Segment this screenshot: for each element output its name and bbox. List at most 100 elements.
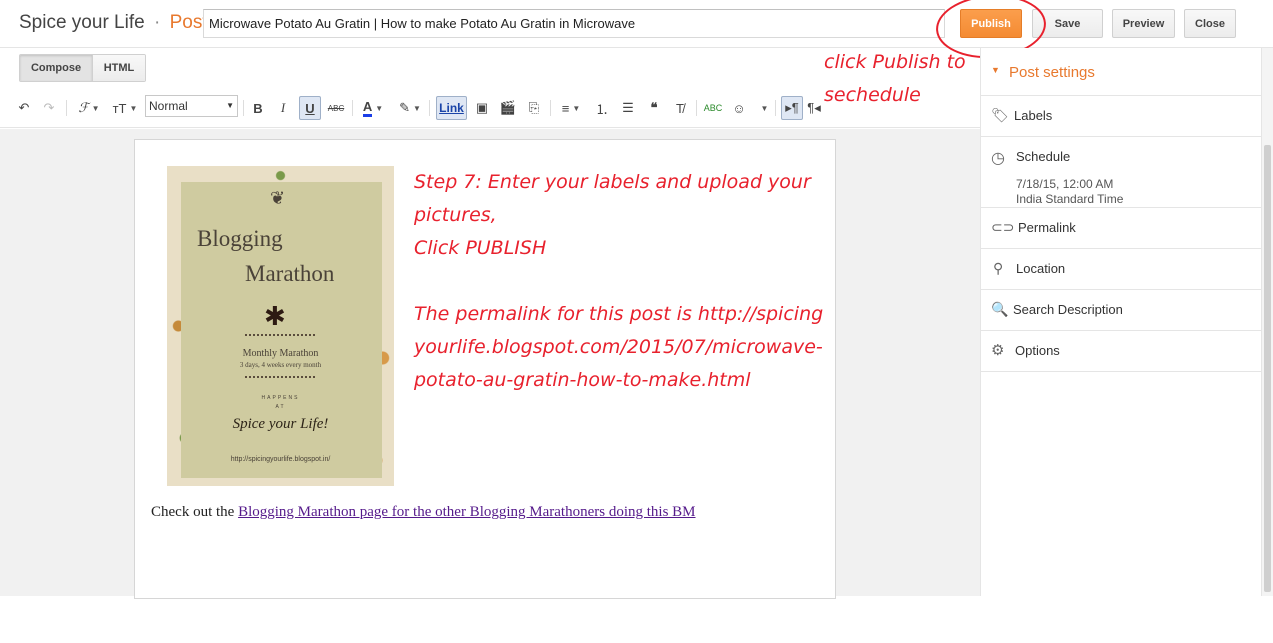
tab-html[interactable]: HTML	[92, 55, 145, 81]
breadcrumb: Spice your Life · Post	[19, 12, 208, 34]
italic-button[interactable]: I	[274, 96, 292, 120]
close-button[interactable]: Close	[1184, 9, 1236, 38]
poster-title-2: Marathon	[245, 261, 335, 286]
options-label: Options	[1015, 343, 1060, 358]
publish-button[interactable]: Publish	[960, 9, 1022, 38]
toolbar-divider	[550, 100, 551, 116]
triangle-down-icon: ▼	[991, 65, 1000, 75]
save-button[interactable]: Save	[1032, 9, 1103, 38]
post-settings-header[interactable]: ▼ Post settings	[981, 48, 1262, 96]
blogging-marathon-poster[interactable]: ❦ Blogging Marathon ✱ Monthly Marathon 3…	[167, 166, 394, 486]
labels-label: Labels	[1014, 108, 1053, 123]
paragraph-format-select[interactable]: Normal ▼	[145, 95, 238, 117]
checkout-paragraph: Check out the Blogging Marathon page for…	[151, 504, 696, 521]
toolbar-divider	[696, 100, 697, 116]
splash-icon: ✱	[264, 301, 286, 331]
dotted-divider	[245, 376, 315, 378]
section-name: Post	[169, 12, 208, 33]
tab-compose[interactable]: Compose	[20, 55, 92, 81]
search-icon: 🔍	[991, 301, 1009, 317]
editor-mode-tabs: Compose HTML	[19, 54, 146, 82]
tag-icon: 🏷	[991, 107, 1009, 123]
toolbar-divider	[352, 100, 353, 116]
chevron-down-icon: ▼	[226, 101, 234, 110]
step-line: The permalink for this post is http://sp…	[414, 303, 824, 391]
blog-name[interactable]: Spice your Life	[19, 12, 145, 33]
sidebar-item-options[interactable]: ⚙ Options	[981, 331, 1262, 372]
ltr-direction-icon[interactable]: ▸¶	[781, 96, 803, 120]
post-body[interactable]: ❦ Blogging Marathon ✱ Monthly Marathon 3…	[134, 139, 836, 599]
bullet-list-icon[interactable]: ☰	[618, 96, 638, 120]
poster-subline: 3 days, 4 weeks every month	[239, 361, 322, 369]
dotted-divider	[245, 334, 315, 336]
post-title-input[interactable]	[203, 9, 945, 38]
sidebar-item-labels[interactable]: 🏷 Labels	[981, 96, 1262, 137]
underline-button[interactable]: U	[299, 96, 321, 120]
text-color-icon[interactable]: A ▼	[359, 96, 387, 120]
poster-at-word: AT	[275, 404, 286, 410]
step-instructions: Step 7: Enter your labels and upload you…	[414, 166, 824, 397]
font-size-icon[interactable]: ᴛT ▼	[110, 96, 140, 120]
redo-icon[interactable]: ↷	[40, 96, 58, 120]
publish-annotation: click Publish to sechedule	[824, 46, 984, 112]
leaf-icon: ❦	[270, 188, 286, 208]
sidebar-item-schedule[interactable]: ◷ Schedule 7/18/15, 12:00 AM India Stand…	[981, 137, 1262, 208]
breadcrumb-separator: ·	[153, 12, 161, 33]
link-icon: ⊂⊃	[991, 219, 1015, 235]
sidebar-scrollbar[interactable]	[1261, 48, 1273, 596]
toolbar-divider	[243, 100, 244, 116]
step-line: Step 7: Enter your labels and upload you…	[414, 171, 811, 226]
link-button[interactable]: Link	[436, 96, 467, 120]
emoji-icon[interactable]: ☺	[729, 96, 749, 120]
font-family-icon[interactable]: ℱ ▼	[74, 96, 104, 120]
poster-monthly: Monthly Marathon	[242, 348, 319, 359]
step-line: Click PUBLISH	[414, 237, 547, 259]
location-label: Location	[1016, 261, 1066, 276]
jump-break-icon[interactable]: ⎘	[524, 96, 544, 120]
undo-icon[interactable]: ↶	[15, 96, 33, 120]
scrollbar-thumb[interactable]	[1264, 145, 1271, 592]
bold-button[interactable]: B	[249, 96, 267, 120]
schedule-timezone: India Standard Time	[1016, 192, 1124, 206]
toolbar-divider	[775, 100, 776, 116]
checkout-prefix: Check out the	[151, 504, 235, 520]
quote-icon[interactable]: ❝	[644, 96, 664, 120]
toolbar-divider	[66, 100, 67, 116]
schedule-date: 7/18/15, 12:00 AM	[1016, 177, 1114, 191]
toolbar-divider	[429, 100, 430, 116]
align-icon[interactable]: ≡ ▼	[556, 96, 586, 120]
poster-url: http://spicingyourlife.blogspot.in/	[230, 456, 331, 463]
sidebar-item-search-description[interactable]: 🔍 Search Description	[981, 290, 1262, 331]
annotation-line: sechedule	[824, 84, 921, 106]
paragraph-format-value: Normal	[149, 99, 188, 113]
permalink-label: Permalink	[1018, 220, 1076, 235]
schedule-label: Schedule	[1016, 149, 1071, 164]
search-description-label: Search Description	[1013, 302, 1123, 317]
blogging-marathon-link[interactable]: Blogging Marathon page for the other Blo…	[238, 504, 695, 520]
location-pin-icon: ⚲	[993, 260, 1004, 276]
insert-video-icon[interactable]: 🎬	[498, 96, 518, 120]
more-options-icon[interactable]: ▼	[755, 96, 771, 120]
annotation-line: click Publish to	[824, 51, 966, 73]
remove-formatting-icon[interactable]: T̸	[670, 96, 690, 120]
post-settings-label: Post settings	[1009, 64, 1095, 81]
numbered-list-icon[interactable]: ⒈	[592, 96, 612, 120]
editor-header: Spice your Life · Post Publish Save Prev…	[0, 0, 1273, 48]
poster-happens: HAPPENS AT	[167, 394, 394, 412]
sidebar-item-location[interactable]: ⚲ Location	[981, 249, 1262, 290]
highlight-color-icon[interactable]: ✎ ▼	[396, 96, 424, 120]
gear-icon: ⚙	[991, 342, 1005, 359]
poster-spice: Spice your Life!	[232, 416, 329, 432]
spellcheck-button[interactable]: ABC	[702, 96, 724, 120]
rtl-direction-icon[interactable]: ¶◂	[806, 96, 822, 120]
poster-title-1: Blogging	[197, 226, 283, 251]
clock-icon: ◷	[991, 150, 1005, 167]
poster-happens-word: HAPPENS	[261, 395, 300, 401]
preview-button[interactable]: Preview	[1112, 9, 1175, 38]
strikethrough-button[interactable]: ABC	[326, 96, 346, 120]
insert-image-icon[interactable]: ▣	[472, 96, 492, 120]
blogger-post-editor: Spice your Life · Post Publish Save Prev…	[0, 0, 1273, 643]
sidebar-item-permalink[interactable]: ⊂⊃ Permalink	[981, 208, 1262, 249]
post-settings-sidebar: ▼ Post settings 🏷 Labels ◷ Schedule 7/18…	[980, 48, 1262, 596]
